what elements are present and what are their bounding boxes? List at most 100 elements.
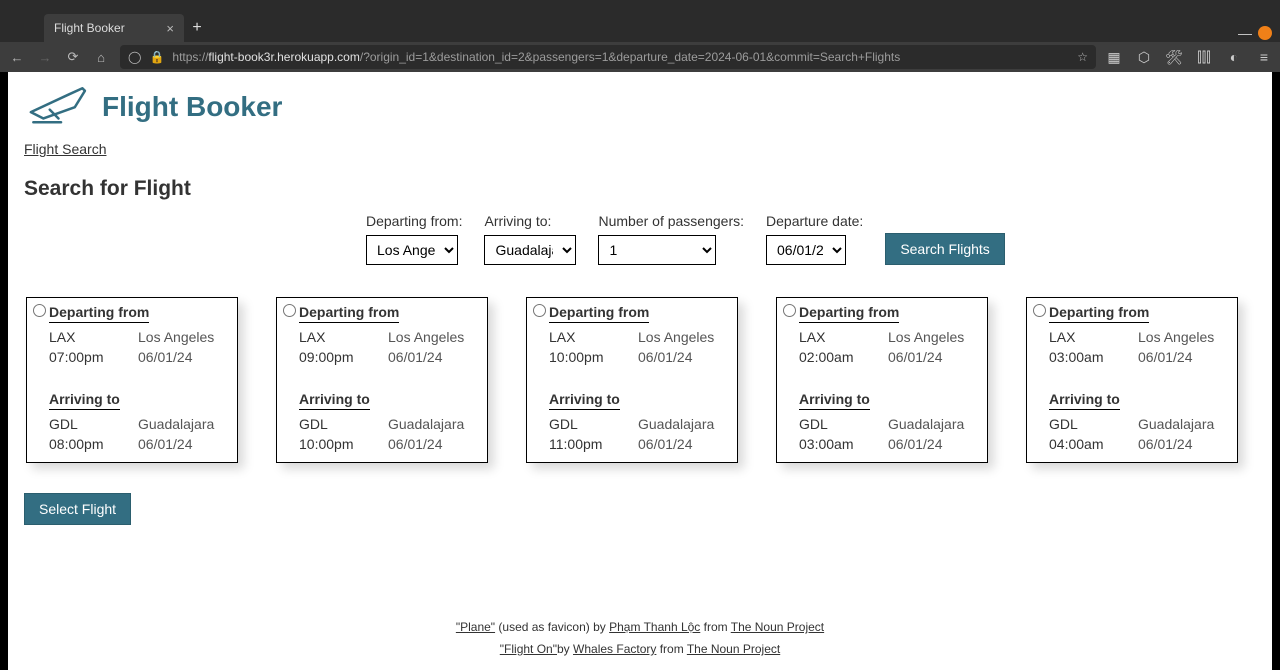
card-arrive-heading: Arriving to <box>299 391 370 410</box>
card-arrive-heading: Arriving to <box>1049 391 1120 410</box>
dep-date: 06/01/24 <box>1138 349 1227 365</box>
window-minimize-icon[interactable]: — <box>1238 26 1252 40</box>
label-passengers: Number of passengers: <box>598 213 744 229</box>
card-depart-heading: Departing from <box>299 304 399 323</box>
arr-date: 06/01/24 <box>1138 436 1227 452</box>
dep-time: 03:00am <box>1049 349 1138 365</box>
flight-card[interactable]: Departing from LAX Los Angeles 03:00am 0… <box>1026 297 1238 463</box>
orig-city: Los Angeles <box>388 329 477 345</box>
new-tab-button[interactable]: + <box>184 14 210 42</box>
search-flights-button[interactable]: Search Flights <box>885 233 1004 265</box>
page-title: Search for Flight <box>24 177 1256 201</box>
page-body: Flight Booker Flight Search Search for F… <box>8 72 1272 670</box>
orig-code: LAX <box>299 329 388 345</box>
label-date: Departure date: <box>766 213 863 229</box>
close-tab-icon[interactable]: × <box>166 21 174 36</box>
dest-city: Guadalajara <box>888 416 977 432</box>
tab-title: Flight Booker <box>54 21 125 35</box>
nav-flight-search[interactable]: Flight Search <box>24 141 106 157</box>
dest-code: GDL <box>799 416 888 432</box>
window-close-icon[interactable] <box>1258 26 1272 40</box>
site-title: Flight Booker <box>102 91 282 123</box>
orig-code: LAX <box>549 329 638 345</box>
select-passengers[interactable]: 1 <box>598 235 716 265</box>
arr-time: 11:00pm <box>549 436 638 452</box>
flight-radio[interactable] <box>533 304 546 317</box>
library-icon[interactable]: ⫿⫿⫿ <box>1196 49 1212 65</box>
profile-icon[interactable]: ◐ <box>1226 49 1242 65</box>
lock-icon: 🔒 <box>149 50 164 64</box>
dep-date: 06/01/24 <box>888 349 977 365</box>
card-arrive-heading: Arriving to <box>49 391 120 410</box>
pocket-icon[interactable]: ⬡ <box>1136 49 1152 65</box>
browser-chrome: Flight Booker × + — ← → ⟳ ⌂ ◯ 🔒 https://… <box>0 0 1280 72</box>
dep-date: 06/01/24 <box>388 349 477 365</box>
orig-code: LAX <box>1049 329 1138 345</box>
address-bar[interactable]: ◯ 🔒 https://flight-book3r.herokuapp.com/… <box>120 45 1096 69</box>
url-text: https://flight-book3r.herokuapp.com/?ori… <box>172 50 1069 64</box>
nav-back-icon[interactable]: ← <box>8 50 26 65</box>
orig-code: LAX <box>799 329 888 345</box>
extension-icon[interactable]: ▦ <box>1106 49 1122 65</box>
dep-time: 09:00pm <box>299 349 388 365</box>
brand-row: Flight Booker <box>24 82 1256 131</box>
select-date[interactable]: 06/01/24 <box>766 235 846 265</box>
select-origin[interactable]: Los Angeles <box>366 235 458 265</box>
dep-time: 02:00am <box>799 349 888 365</box>
card-depart-heading: Departing from <box>1049 304 1149 323</box>
footer-author-link[interactable]: Phạm Thanh Lộc <box>609 620 700 634</box>
devtools-icon[interactable]: 🛠 <box>1166 49 1182 65</box>
footer-flighton-link[interactable]: "Flight On" <box>500 642 557 656</box>
dep-time: 07:00pm <box>49 349 138 365</box>
footer-nounproject-link[interactable]: The Noun Project <box>687 642 780 656</box>
footer-plane-link[interactable]: "Plane" <box>456 620 495 634</box>
nav-forward-icon[interactable]: → <box>36 50 54 65</box>
flight-card[interactable]: Departing from LAX Los Angeles 02:00am 0… <box>776 297 988 463</box>
footer-text: (used as favicon) by <box>495 620 609 634</box>
dep-time: 10:00pm <box>549 349 638 365</box>
orig-city: Los Angeles <box>1138 329 1227 345</box>
flight-radio[interactable] <box>283 304 296 317</box>
plane-logo-icon <box>24 82 88 131</box>
search-form: Departing from: Los Angeles Arriving to:… <box>24 213 1256 265</box>
nav-reload-icon[interactable]: ⟳ <box>64 49 82 65</box>
field-date: Departure date: 06/01/24 <box>766 213 863 265</box>
field-passengers: Number of passengers: 1 <box>598 213 744 265</box>
arr-time: 03:00am <box>799 436 888 452</box>
nav-home-icon[interactable]: ⌂ <box>92 50 110 65</box>
flight-card[interactable]: Departing from LAX Los Angeles 07:00pm 0… <box>26 297 238 463</box>
card-depart-heading: Departing from <box>799 304 899 323</box>
url-path: /?origin_id=1&destination_id=2&passenger… <box>360 50 900 64</box>
flight-radio[interactable] <box>1033 304 1046 317</box>
footer-whales-link[interactable]: Whales Factory <box>573 642 656 656</box>
card-arrive-heading: Arriving to <box>549 391 620 410</box>
bookmark-star-icon[interactable]: ☆ <box>1077 50 1088 64</box>
dest-city: Guadalajara <box>1138 416 1227 432</box>
arr-date: 06/01/24 <box>138 436 227 452</box>
app-menu-icon[interactable]: ≡ <box>1256 49 1272 65</box>
dest-city: Guadalajara <box>638 416 727 432</box>
dest-code: GDL <box>299 416 388 432</box>
card-depart-heading: Departing from <box>549 304 649 323</box>
orig-city: Los Angeles <box>138 329 227 345</box>
flight-card[interactable]: Departing from LAX Los Angeles 09:00pm 0… <box>276 297 488 463</box>
arr-time: 04:00am <box>1049 436 1138 452</box>
select-destination[interactable]: Guadalajara <box>484 235 576 265</box>
browser-toolbar: ← → ⟳ ⌂ ◯ 🔒 https://flight-book3r.heroku… <box>0 42 1280 72</box>
results-row: Departing from LAX Los Angeles 07:00pm 0… <box>26 297 1256 463</box>
field-origin: Departing from: Los Angeles <box>366 213 462 265</box>
flight-radio[interactable] <box>33 304 46 317</box>
flight-radio[interactable] <box>783 304 796 317</box>
toolbar-right: ▦ ⬡ 🛠 ⫿⫿⫿ ◐ ≡ <box>1106 49 1272 65</box>
url-host: flight-book3r.herokuapp.com <box>208 50 359 64</box>
dest-code: GDL <box>49 416 138 432</box>
select-flight-button[interactable]: Select Flight <box>24 493 131 525</box>
arr-time: 10:00pm <box>299 436 388 452</box>
orig-city: Los Angeles <box>638 329 727 345</box>
arr-date: 06/01/24 <box>388 436 477 452</box>
browser-tab[interactable]: Flight Booker × <box>44 14 184 42</box>
field-destination: Arriving to: Guadalajara <box>484 213 576 265</box>
flight-card[interactable]: Departing from LAX Los Angeles 10:00pm 0… <box>526 297 738 463</box>
arr-time: 08:00pm <box>49 436 138 452</box>
footer-nounproject-link[interactable]: The Noun Project <box>731 620 824 634</box>
